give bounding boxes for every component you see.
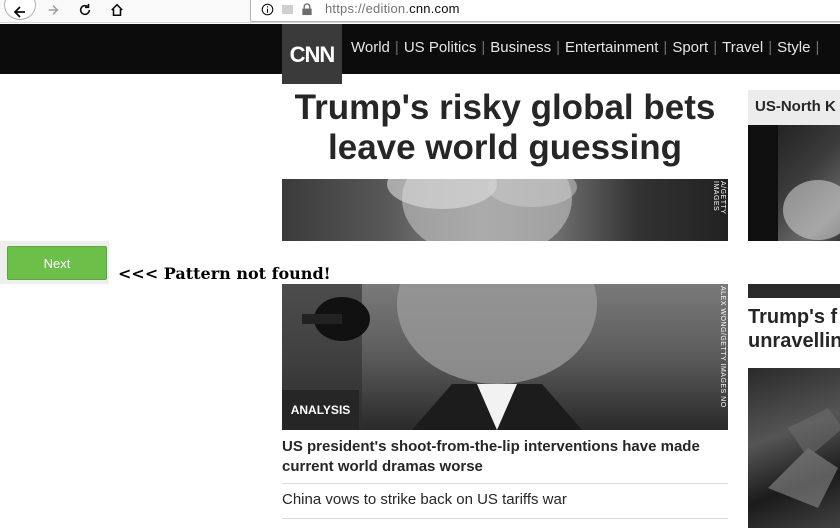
divider <box>282 518 728 519</box>
lock-icon <box>302 3 312 16</box>
arrow-left-icon <box>13 6 25 18</box>
url-prefix: https://edition. <box>325 1 410 16</box>
browser-toolbar: https://edition.cnn.com <box>0 0 840 23</box>
right-photo-top <box>748 125 840 241</box>
url-domain: cnn.com <box>409 1 460 16</box>
nav-separator: | <box>663 39 668 56</box>
nav-travel[interactable]: Travel <box>722 39 763 56</box>
hero-image-top[interactable]: A/GETTY IMAGES <box>282 179 728 241</box>
right-headline[interactable]: Trump's f unravellin <box>748 305 840 353</box>
cnn-logo-mark: CNN <box>290 42 336 67</box>
find-bar-overlay <box>0 241 748 284</box>
back-button[interactable] <box>4 0 36 20</box>
right-kicker-label: US-North K <box>755 98 836 115</box>
nav-entertainment[interactable]: Entertainment <box>565 39 658 56</box>
photo-credit-top: A/GETTY IMAGES <box>712 181 726 215</box>
permissions-icon[interactable] <box>282 5 293 14</box>
nav-separator: | <box>713 39 718 56</box>
nav-separator: | <box>481 39 486 56</box>
nav-style[interactable]: Style <box>777 39 810 56</box>
home-icon <box>111 3 123 17</box>
pattern-not-found-message: <<< Pattern not found! <box>118 264 331 283</box>
nav-separator: | <box>394 39 399 56</box>
home-button[interactable] <box>106 0 128 20</box>
nav-separator: | <box>815 39 820 56</box>
story-headline[interactable]: US president's shoot-from-the-lip interv… <box>282 437 732 477</box>
reload-icon <box>79 3 91 16</box>
nav-sport[interactable]: Sport <box>672 39 708 56</box>
right-image-bottom[interactable] <box>748 368 840 528</box>
right-image-top[interactable] <box>748 125 840 241</box>
right-photo-bottom <box>768 408 840 508</box>
right-headline-line2: unravellin <box>748 330 840 352</box>
right-headline-line1: Trump's f <box>748 306 838 328</box>
cnn-logo-text: CNN <box>290 42 335 67</box>
nav-separator: | <box>768 39 773 56</box>
photo-credit-bottom: ALEX WONG/GETTY IMAGES NO <box>719 286 726 408</box>
story-link[interactable]: China vows to strike back on US tariffs … <box>282 491 567 508</box>
analysis-badge: ANALYSIS <box>282 390 359 430</box>
hero-photo-top <box>387 179 577 241</box>
main-nav: World | US Politics | Business | Entertainm… <box>351 39 824 56</box>
next-button[interactable]: Next <box>7 246 107 280</box>
nav-world[interactable]: World <box>351 39 390 56</box>
right-image-top-strip <box>748 284 840 298</box>
url-bar[interactable]: https://edition.cnn.com <box>250 0 840 22</box>
cnn-logo[interactable]: CNN <box>282 24 342 84</box>
nav-business[interactable]: Business <box>490 39 551 56</box>
right-kicker[interactable]: US-North K <box>748 90 840 125</box>
site-header: CNN World | US Politics | Business | Entert… <box>0 24 840 84</box>
reload-button[interactable] <box>74 0 96 20</box>
divider <box>282 483 728 484</box>
nav-separator: | <box>556 39 561 56</box>
forward-button[interactable] <box>42 0 64 20</box>
main-headline[interactable]: Trump's risky global bets leave world gu… <box>282 88 728 168</box>
arrow-right-icon <box>48 5 59 15</box>
url-text[interactable]: https://edition.cnn.com <box>325 1 460 16</box>
info-icon[interactable] <box>261 3 274 16</box>
nav-us-politics[interactable]: US Politics <box>404 39 477 56</box>
